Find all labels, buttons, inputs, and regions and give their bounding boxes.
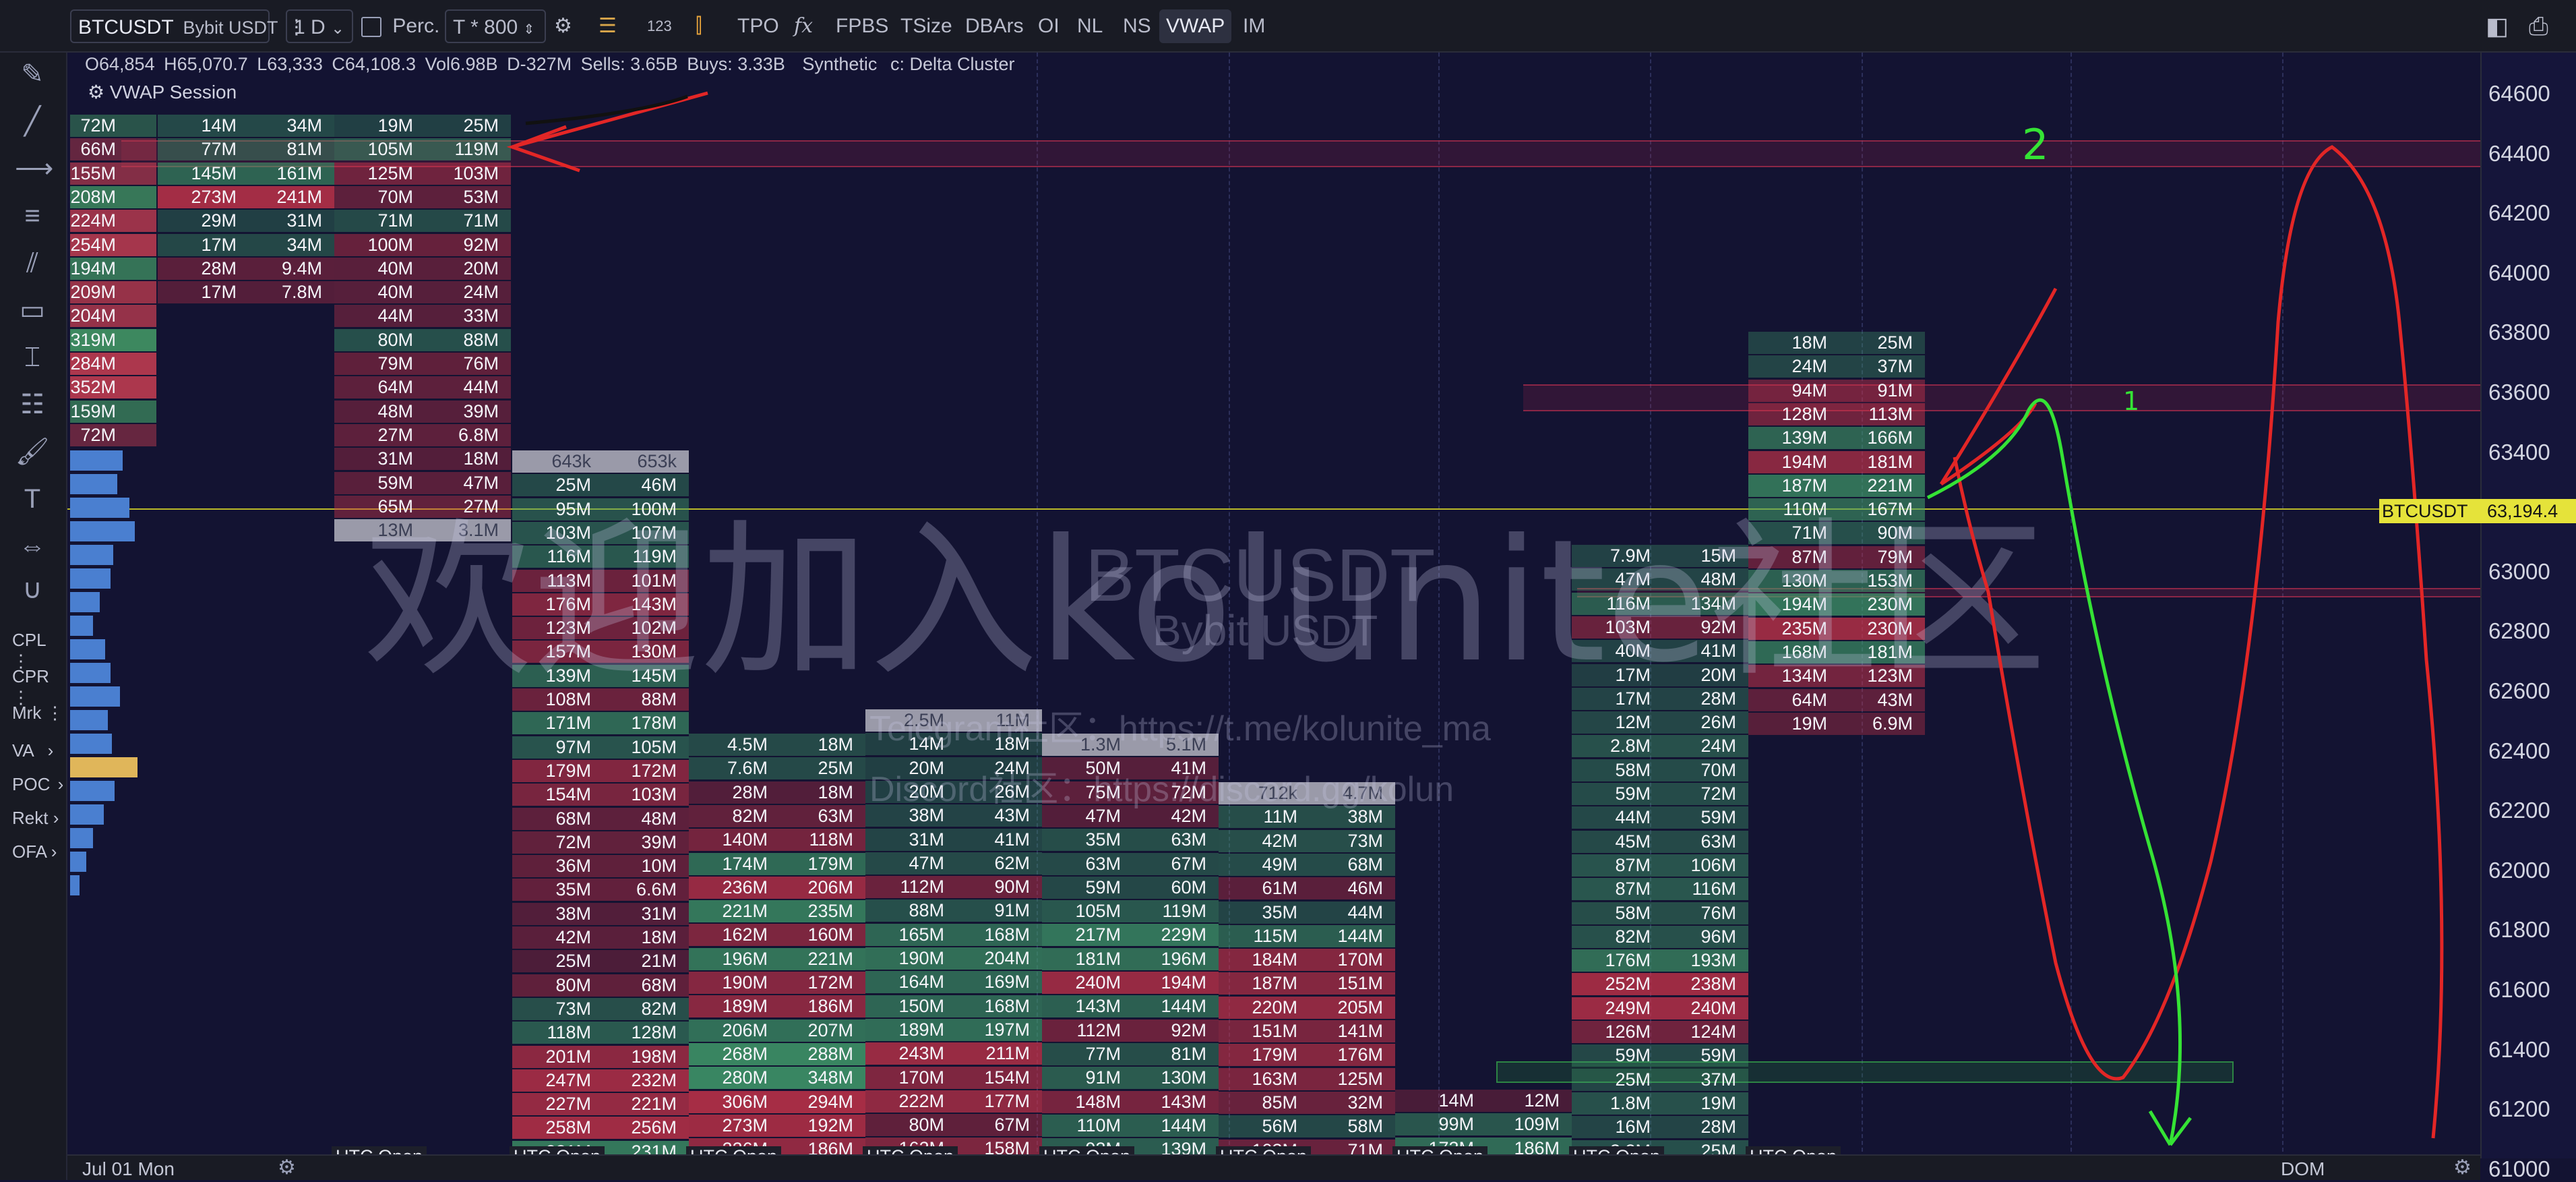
tick-size-value: T * 800 bbox=[453, 16, 518, 38]
price-tick-label: 63800 bbox=[2488, 320, 2550, 345]
price-tick-label: 62000 bbox=[2488, 857, 2550, 883]
price-tick-label: 64000 bbox=[2488, 260, 2550, 285]
candle-icon[interactable]: ⫿ bbox=[696, 9, 702, 43]
timeframe-selector[interactable]: 1 D ⌄ bbox=[286, 9, 353, 43]
price-tick-label: 63400 bbox=[2488, 439, 2550, 465]
nl-button[interactable]: NL bbox=[1077, 9, 1103, 43]
price-tick-label: 64400 bbox=[2488, 140, 2550, 166]
va-menu[interactable]: VA › bbox=[12, 740, 53, 761]
annotation-2: 2 bbox=[2022, 120, 2048, 169]
perc-checkbox[interactable]: Perc. bbox=[361, 9, 439, 43]
tsize-button[interactable]: TSize bbox=[900, 9, 952, 43]
price-tick-label: 61200 bbox=[2488, 1096, 2550, 1122]
drawing-toolbar: ✎ ╱ ⟶ ≡ ⫽ ▭ ⌶ ☷ 🖌 T ⇔ ∪ CPL ⋮ CPR ⋮ Mrk … bbox=[0, 53, 67, 1180]
ruler-icon[interactable]: ⇔ bbox=[15, 529, 50, 564]
checkbox-icon bbox=[361, 17, 381, 38]
channel-icon[interactable]: ⫽ bbox=[15, 245, 50, 280]
time-axis[interactable]: Jul 01 Mon ⚙ DOM ⚙ bbox=[67, 1154, 2480, 1180]
price-tick-label: 62600 bbox=[2488, 678, 2550, 703]
ofa-menu[interactable]: OFA › bbox=[12, 841, 57, 862]
footprint-chart[interactable]: 72M 66M 155M 208M 224M 254M 194M 209M 204M 319M 28… bbox=[67, 53, 2480, 1158]
symbol-label: BTCUSDT bbox=[78, 16, 174, 38]
mrk-menu[interactable]: Mrk ⋮ bbox=[12, 703, 64, 723]
gear-icon[interactable]: ⚙ bbox=[2453, 1156, 2472, 1179]
gear-icon[interactable]: ⚙ bbox=[278, 1156, 296, 1179]
price-tick-label: 62400 bbox=[2488, 738, 2550, 763]
va-label: VA bbox=[12, 740, 34, 761]
timeframe-label: 1 D bbox=[294, 16, 326, 38]
fx-button[interactable]: fx bbox=[794, 9, 813, 43]
price-axis[interactable]: 6460064400642006400063800636006340063200… bbox=[2480, 53, 2576, 1181]
price-tick-label: 61400 bbox=[2488, 1036, 2550, 1062]
text-icon[interactable]: T bbox=[15, 481, 50, 516]
magnet-icon[interactable]: ∪ bbox=[15, 572, 50, 607]
price-tick-label: 64600 bbox=[2488, 81, 2550, 106]
price-tick-label: 61800 bbox=[2488, 917, 2550, 943]
cursor-tool-icon[interactable]: ✎ bbox=[15, 57, 50, 92]
trend-line-icon[interactable]: ╱ bbox=[15, 104, 50, 139]
numbers-icon[interactable]: 123 bbox=[647, 9, 672, 43]
rectangle-icon[interactable]: ▭ bbox=[15, 293, 50, 328]
ns-button[interactable]: NS bbox=[1123, 9, 1151, 43]
current-price: 63,194.4 bbox=[2487, 501, 2558, 521]
im-button[interactable]: IM bbox=[1243, 9, 1265, 43]
rekt-label: Rekt bbox=[12, 808, 49, 828]
symbol-selector[interactable]: BTCUSDT Bybit USDT ⋮ bbox=[70, 9, 307, 43]
dom-label[interactable]: DOM bbox=[2281, 1158, 2325, 1180]
chevron-down-icon: ⌄ bbox=[331, 20, 345, 38]
fpbs-button[interactable]: FPBS bbox=[836, 9, 888, 43]
ofa-label: OFA bbox=[12, 841, 47, 862]
fib-icon[interactable]: ☷ bbox=[15, 387, 50, 422]
price-tick-label: 61600 bbox=[2488, 977, 2550, 1002]
cpl-label: CPL bbox=[12, 630, 46, 650]
cpr-menu[interactable]: CPR ⋮ bbox=[12, 666, 66, 708]
date-label: Jul 01 Mon bbox=[82, 1158, 175, 1179]
price-tick-label: 63600 bbox=[2488, 380, 2550, 405]
price-tick-label: 62200 bbox=[2488, 798, 2550, 823]
position-icon[interactable]: ⌶ bbox=[15, 340, 50, 375]
dbars-button[interactable]: DBArs bbox=[965, 9, 1024, 43]
oi-button[interactable]: OI bbox=[1038, 9, 1060, 43]
hand-drawn-annotations: 2 1 bbox=[506, 91, 2444, 1146]
tpo-button[interactable]: TPO bbox=[737, 9, 779, 43]
settings-gear-icon[interactable]: ⚙ bbox=[554, 9, 572, 43]
poc-label: POC bbox=[12, 774, 51, 794]
perc-label: Perc. bbox=[392, 15, 440, 37]
vwap-button[interactable]: VWAP bbox=[1159, 9, 1232, 43]
layout-icon[interactable]: ◧ bbox=[2486, 9, 2509, 43]
price-tick-label: 62800 bbox=[2488, 618, 2550, 644]
current-price-tag: BTCUSDT 63,194.4 bbox=[2379, 499, 2576, 523]
tick-size-stepper[interactable]: T * 800 ⇕ bbox=[445, 9, 546, 43]
price-tick-label: 61000 bbox=[2488, 1156, 2550, 1181]
rekt-menu[interactable]: Rekt › bbox=[12, 808, 59, 829]
parallel-lines-icon[interactable]: ≡ bbox=[15, 198, 50, 233]
poc-menu[interactable]: POC › bbox=[12, 774, 63, 795]
cpl-menu[interactable]: CPL ⋮ bbox=[12, 630, 66, 672]
price-tick-label: 64200 bbox=[2488, 200, 2550, 226]
exchange-label: Bybit USDT bbox=[183, 18, 278, 38]
camera-icon[interactable]: ⎙ bbox=[2529, 9, 2548, 43]
current-symbol: BTCUSDT bbox=[2382, 501, 2468, 521]
stepper-icon: ⇕ bbox=[523, 22, 535, 37]
price-tick-label: 63000 bbox=[2488, 558, 2550, 584]
bars-icon[interactable]: ☰ bbox=[599, 9, 617, 43]
horizontal-ray-icon[interactable]: ⟶ bbox=[15, 151, 53, 186]
cpr-label: CPR bbox=[12, 666, 49, 686]
brush-icon[interactable]: 🖌 bbox=[15, 434, 50, 469]
annotation-1: 1 bbox=[2123, 386, 2139, 416]
top-toolbar: BTCUSDT Bybit USDT ⋮ 1 D ⌄ Perc. T * 800… bbox=[0, 0, 2576, 53]
mrk-label: Mrk bbox=[12, 703, 42, 723]
